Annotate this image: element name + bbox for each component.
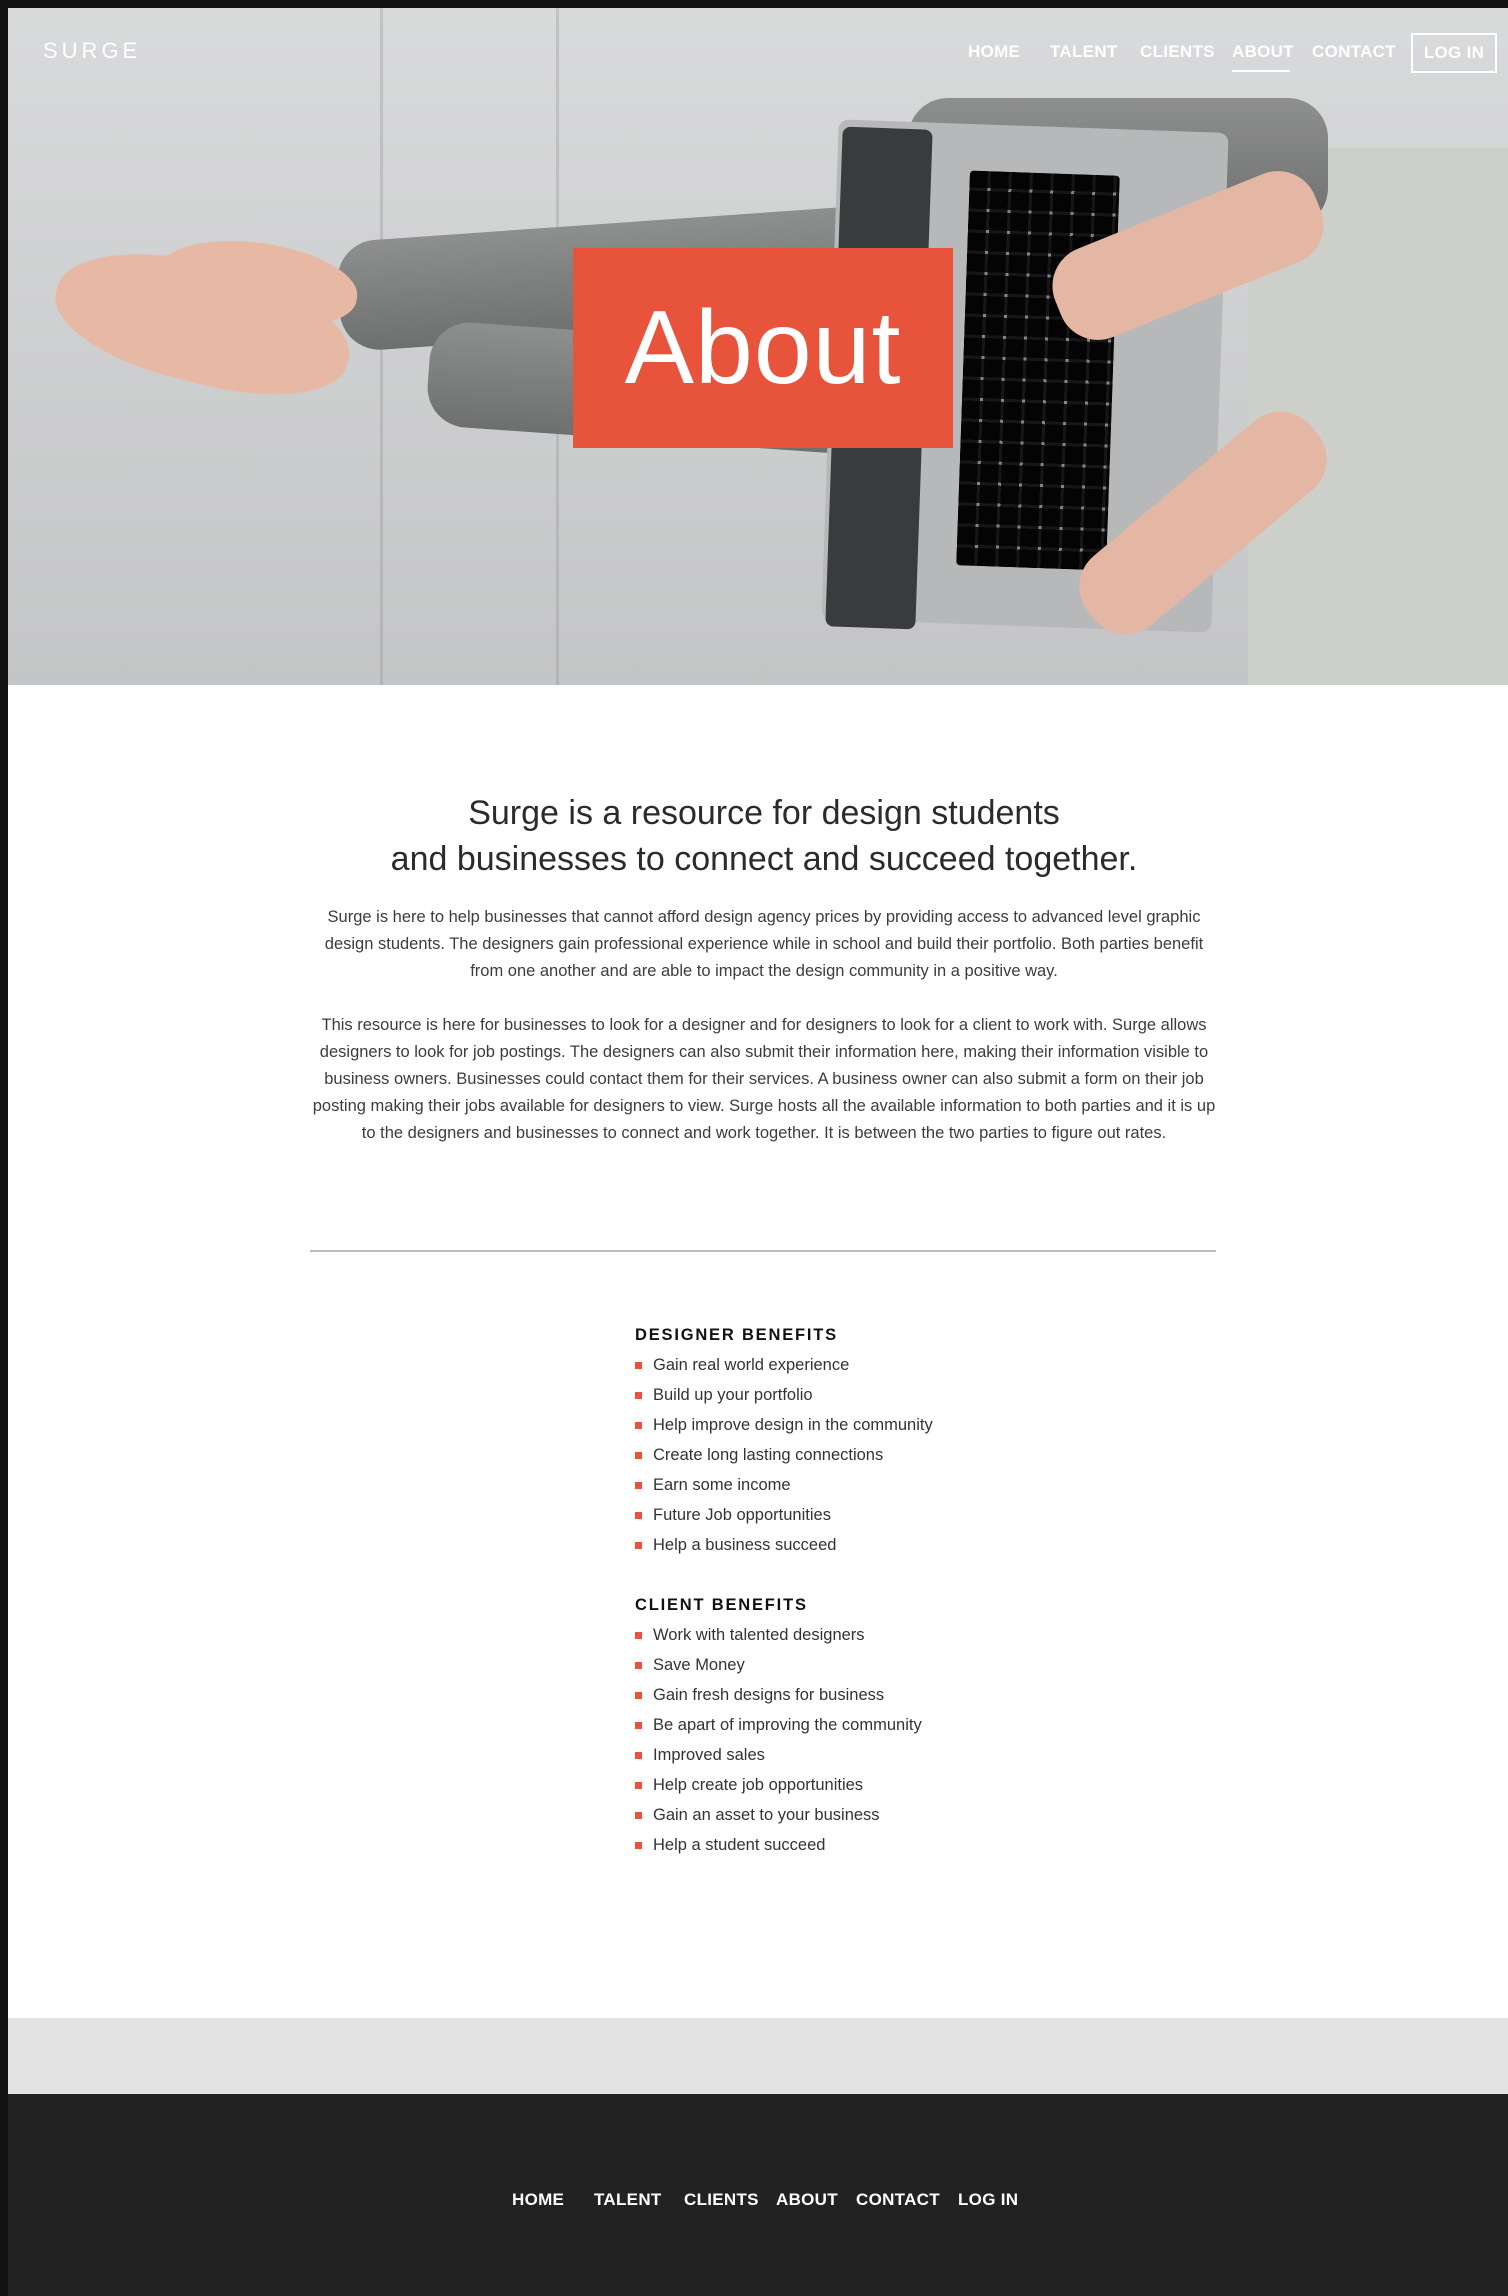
list-item-text: Help improve design in the community: [653, 1416, 933, 1434]
nav-talent[interactable]: TALENT: [1050, 42, 1118, 62]
footer-nav-talent[interactable]: TALENT: [594, 2190, 662, 2210]
list-item-text: Improved sales: [653, 1746, 765, 1764]
list-item-text: Create long lasting connections: [653, 1446, 884, 1464]
bullet-icon: [635, 1422, 642, 1429]
list-item: Save Money: [635, 1650, 1055, 1680]
intro-headline-line1: Surge is a resource for design students: [468, 794, 1060, 832]
bullet-icon: [635, 1392, 642, 1399]
bullet-icon: [635, 1452, 642, 1459]
footer-nav-about[interactable]: ABOUT: [776, 2190, 838, 2210]
list-item-text: Work with talented designers: [653, 1626, 865, 1644]
bullet-icon: [635, 1722, 642, 1729]
bullet-icon: [635, 1632, 642, 1639]
footer-nav-login[interactable]: LOG IN: [958, 2190, 1018, 2210]
section-divider: [310, 1250, 1216, 1252]
list-item: Gain real world experience: [635, 1350, 1055, 1380]
nav-home[interactable]: HOME: [968, 42, 1020, 62]
list-item-text: Gain an asset to your business: [653, 1806, 880, 1824]
list-item: Create long lasting connections: [635, 1440, 1055, 1470]
list-item-text: Help a business succeed: [653, 1536, 837, 1554]
designer-benefits: DESIGNER BENEFITS Gain real world experi…: [635, 1320, 1055, 1560]
logo[interactable]: SURGE: [43, 38, 141, 64]
bullet-icon: [635, 1542, 642, 1549]
bullet-icon: [635, 1692, 642, 1699]
list-item-text: Help a student succeed: [653, 1836, 826, 1854]
list-item-text: Build up your portfolio: [653, 1386, 813, 1404]
footer-nav-contact[interactable]: CONTACT: [856, 2190, 940, 2210]
hero-title: About: [624, 289, 902, 406]
list-item: Gain an asset to your business: [635, 1800, 1055, 1830]
list-item: Future Job opportunities: [635, 1500, 1055, 1530]
bullet-icon: [635, 1812, 642, 1819]
list-item: Help improve design in the community: [635, 1410, 1055, 1440]
list-item-text: Gain real world experience: [653, 1356, 850, 1374]
list-item: Help a business succeed: [635, 1530, 1055, 1560]
list-item-text: Be apart of improving the community: [653, 1716, 922, 1734]
list-item: Help create job opportunities: [635, 1770, 1055, 1800]
list-item-text: Future Job opportunities: [653, 1506, 831, 1524]
list-item: Work with talented designers: [635, 1620, 1055, 1650]
login-button[interactable]: LOG IN: [1411, 33, 1497, 73]
intro-paragraph-1: Surge is here to help businesses that ca…: [324, 908, 1204, 980]
list-item-text: Gain fresh designs for business: [653, 1686, 885, 1704]
list-item-text: Earn some income: [653, 1476, 791, 1494]
bullet-icon: [635, 1782, 642, 1789]
footer-nav-clients[interactable]: CLIENTS: [684, 2190, 759, 2210]
bullet-icon: [635, 1752, 642, 1759]
intro-headline-line2: and businesses to connect and succeed to…: [390, 840, 1138, 878]
footer-nav-home[interactable]: HOME: [512, 2190, 564, 2210]
client-benefits: CLIENT BENEFITS Work with talented desig…: [635, 1590, 1055, 1860]
designer-benefits-heading: DESIGNER BENEFITS: [635, 1326, 838, 1344]
list-item: Earn some income: [635, 1470, 1055, 1500]
list-item-text: Help create job opportunities: [653, 1776, 864, 1794]
nav-about[interactable]: ABOUT: [1232, 42, 1294, 62]
client-benefits-heading: CLIENT BENEFITS: [635, 1596, 808, 1614]
footer-band: [8, 2018, 1508, 2094]
list-item-text: Save Money: [653, 1656, 745, 1674]
bullet-icon: [635, 1662, 642, 1669]
intro-headline: Surge is a resource for design students …: [310, 790, 1218, 882]
designer-benefits-list: Gain real world experience Build up your…: [635, 1350, 1055, 1560]
hero-keyboard: [956, 170, 1120, 571]
bullet-icon: [635, 1842, 642, 1849]
list-item: Improved sales: [635, 1740, 1055, 1770]
nav-contact[interactable]: CONTACT: [1312, 42, 1396, 62]
client-benefits-list: Work with talented designers Save Money …: [635, 1620, 1055, 1860]
list-item: Gain fresh designs for business: [635, 1680, 1055, 1710]
bullet-icon: [635, 1482, 642, 1489]
list-item: Help a student succeed: [635, 1830, 1055, 1860]
list-item: Be apart of improving the community: [635, 1710, 1055, 1740]
nav-clients[interactable]: CLIENTS: [1140, 42, 1215, 62]
list-item: Build up your portfolio: [635, 1380, 1055, 1410]
nav-active-underline: [1232, 70, 1290, 72]
intro-paragraph-2: This resource is here for businesses to …: [312, 1016, 1216, 1142]
bullet-icon: [635, 1362, 642, 1369]
bullet-icon: [635, 1512, 642, 1519]
